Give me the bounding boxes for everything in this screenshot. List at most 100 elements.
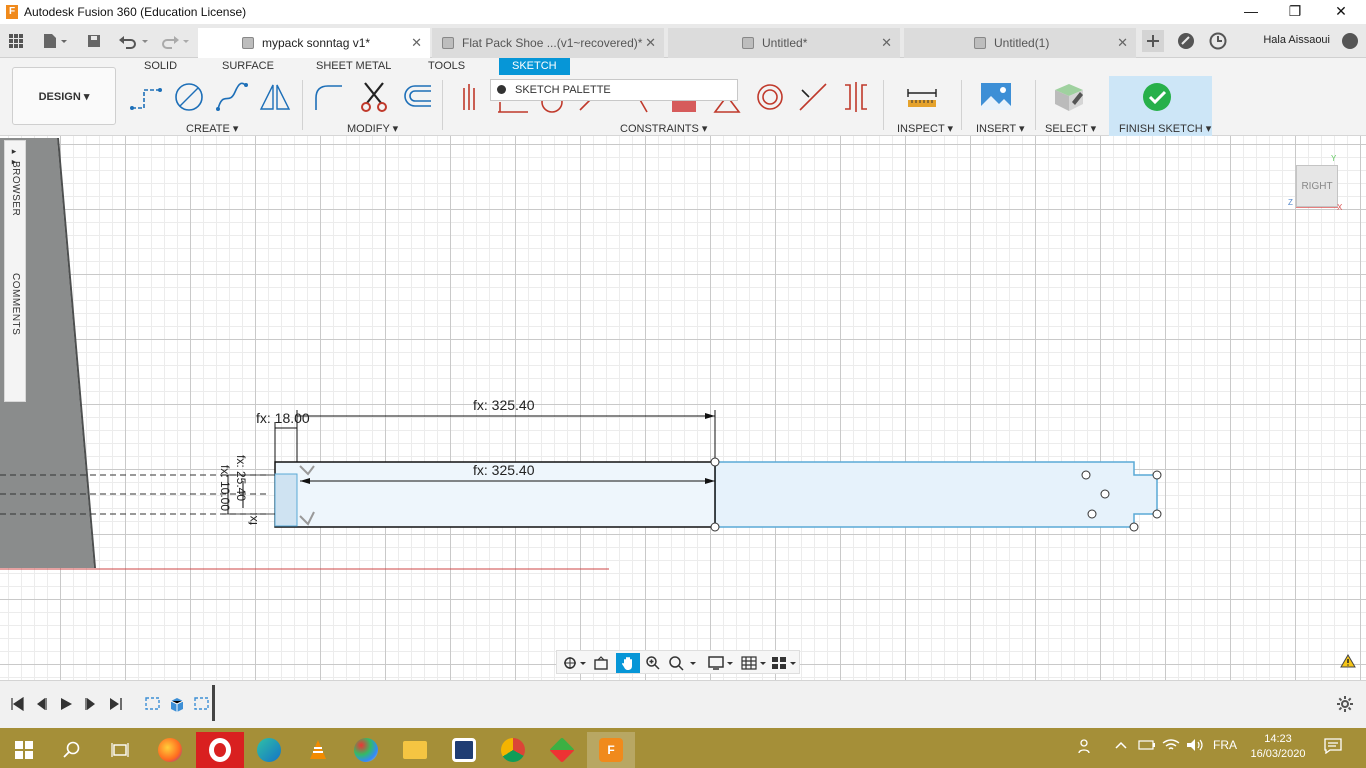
redo-icon[interactable] xyxy=(158,31,192,51)
comments-tab[interactable]: COMMENTS xyxy=(10,273,21,335)
finish-sketch-menu[interactable]: FINISH SKETCH ▾ xyxy=(1119,122,1211,135)
browser-side-panel[interactable]: ▸▸ BROWSER COMMENTS xyxy=(4,140,26,402)
dimension-top-length[interactable]: fx: 325.40 xyxy=(473,397,535,413)
timeline-extrude-feature-icon[interactable] xyxy=(168,695,186,713)
firefox-icon[interactable] xyxy=(146,732,194,768)
fillet-tool-icon[interactable] xyxy=(312,80,346,114)
finish-sketch-checkmark-icon[interactable] xyxy=(1140,80,1174,114)
vlc-icon[interactable] xyxy=(294,732,342,768)
timeline-start-icon[interactable] xyxy=(8,695,26,713)
inspect-menu[interactable]: INSPECT ▾ xyxy=(897,122,953,135)
maximize-button[interactable]: ❐ xyxy=(1272,0,1318,24)
measure-ruler-icon[interactable] xyxy=(905,80,939,114)
timeline-marker[interactable] xyxy=(212,685,215,721)
tab-surface[interactable]: SURFACE xyxy=(222,58,274,75)
concentric-constraint-icon[interactable] xyxy=(753,80,787,114)
modify-menu[interactable]: MODIFY ▾ xyxy=(347,122,398,135)
mirror-tool-icon[interactable] xyxy=(258,80,292,114)
windows-start-icon[interactable] xyxy=(0,732,48,768)
workspace-switcher-button[interactable]: DESIGN ▾ xyxy=(12,67,116,125)
warning-icon[interactable] xyxy=(1340,654,1356,668)
search-icon[interactable] xyxy=(48,732,96,768)
offset-tool-icon[interactable] xyxy=(399,80,433,114)
user-account[interactable]: Hala Aissaoui xyxy=(1263,34,1330,46)
display-settings-icon[interactable] xyxy=(707,653,737,673)
coincident-constraint-icon[interactable] xyxy=(452,80,486,114)
tab-sheet-metal[interactable]: SHEET METAL xyxy=(316,58,391,75)
people-icon[interactable] xyxy=(1078,738,1094,757)
minimize-button[interactable]: — xyxy=(1228,0,1274,24)
close-window-button[interactable]: ✕ xyxy=(1318,0,1364,24)
tab-tools[interactable]: TOOLS xyxy=(428,58,465,75)
constraints-menu[interactable]: CONSTRAINTS ▾ xyxy=(620,122,707,135)
tab-untitled-1[interactable]: Untitled(1) ✕ xyxy=(904,28,1136,58)
viewcube[interactable]: RIGHT xyxy=(1296,165,1338,207)
action-center-icon[interactable] xyxy=(1324,738,1342,757)
collinear-constraint-icon[interactable] xyxy=(839,80,873,114)
zoom-icon[interactable] xyxy=(643,653,663,673)
sketch-canvas[interactable] xyxy=(0,136,1366,680)
undo-icon[interactable] xyxy=(116,31,150,51)
git-app-icon[interactable] xyxy=(538,732,586,768)
trim-scissors-icon[interactable] xyxy=(357,80,391,114)
fit-zoom-icon[interactable] xyxy=(667,653,699,673)
tab-sketch[interactable]: SKETCH xyxy=(499,58,570,75)
viewports-icon[interactable] xyxy=(771,653,799,673)
timeline-step-forward-icon[interactable] xyxy=(82,695,100,713)
insert-image-icon[interactable] xyxy=(979,80,1013,114)
opera-icon[interactable] xyxy=(196,732,244,768)
wifi-icon[interactable] xyxy=(1162,738,1180,755)
dimension-left1[interactable]: fx: 10.00 xyxy=(218,465,232,525)
dimension-left2[interactable]: fx: xyxy=(246,485,260,525)
tab-flat-pack-shoe[interactable]: Flat Pack Shoe ...(v1~recovered)* ✕ xyxy=(432,28,664,58)
pan-hand-icon[interactable] xyxy=(616,653,640,673)
dimension-inner-length[interactable]: fx: 325.40 xyxy=(473,462,535,478)
task-view-icon[interactable] xyxy=(96,732,144,768)
edge-icon[interactable] xyxy=(245,732,293,768)
grid-settings-icon[interactable] xyxy=(741,653,769,673)
tab-mypack-sonntag[interactable]: mypack sonntag v1* ✕ xyxy=(198,28,430,58)
line-tool-icon[interactable] xyxy=(129,80,163,114)
keyboard-language[interactable]: FRA xyxy=(1213,738,1237,752)
close-tab-icon[interactable]: ✕ xyxy=(645,35,656,51)
tray-expand-icon[interactable] xyxy=(1114,738,1128,755)
close-tab-icon[interactable]: ✕ xyxy=(881,35,892,51)
create-menu[interactable]: CREATE ▾ xyxy=(186,122,238,135)
job-status-clock-icon[interactable] xyxy=(1208,31,1228,51)
data-panel-grid-icon[interactable] xyxy=(6,31,26,51)
close-tab-icon[interactable]: ✕ xyxy=(1117,35,1128,51)
tab-solid[interactable]: SOLID xyxy=(144,58,177,75)
fusion360-taskbar-icon[interactable]: F xyxy=(587,732,635,768)
help-icon[interactable] xyxy=(1340,31,1360,51)
select-box-icon[interactable] xyxy=(1052,80,1086,114)
frame-app-icon[interactable] xyxy=(440,732,488,768)
select-menu[interactable]: SELECT ▾ xyxy=(1045,122,1096,135)
battery-icon[interactable] xyxy=(1138,738,1156,755)
extensions-icon[interactable] xyxy=(1176,31,1196,51)
file-menu-icon[interactable] xyxy=(40,31,70,51)
new-tab-plus-icon[interactable] xyxy=(1142,30,1164,52)
timeline-play-icon[interactable] xyxy=(57,695,75,713)
spline-tool-icon[interactable] xyxy=(215,80,249,114)
tab-untitled[interactable]: Untitled* ✕ xyxy=(668,28,900,58)
paint-icon[interactable] xyxy=(342,732,390,768)
timeline-step-back-icon[interactable] xyxy=(32,695,50,713)
save-icon[interactable] xyxy=(84,31,104,51)
file-explorer-icon[interactable] xyxy=(391,732,439,768)
orbit-icon[interactable] xyxy=(561,653,587,673)
volume-icon[interactable] xyxy=(1186,738,1204,755)
timeline-end-icon[interactable] xyxy=(107,695,125,713)
settings-gear-icon[interactable] xyxy=(1336,695,1354,713)
chrome-icon[interactable] xyxy=(489,732,537,768)
browser-tab[interactable]: BROWSER xyxy=(10,161,21,216)
close-tab-icon[interactable]: ✕ xyxy=(411,35,422,51)
circle-tool-icon[interactable] xyxy=(172,80,206,114)
sketch-palette-dropdown[interactable]: SKETCH PALETTE xyxy=(490,79,738,101)
timeline-sketch-feature-icon[interactable] xyxy=(144,695,162,713)
look-at-icon[interactable] xyxy=(591,653,611,673)
midpoint-constraint-icon[interactable] xyxy=(796,80,830,114)
insert-menu[interactable]: INSERT ▾ xyxy=(976,122,1025,135)
dimension-offset[interactable]: fx: 18.00 xyxy=(256,410,310,426)
timeline-sketch-feature-icon[interactable] xyxy=(193,695,211,713)
system-clock[interactable]: 14:23 16/03/2020 xyxy=(1240,732,1316,762)
